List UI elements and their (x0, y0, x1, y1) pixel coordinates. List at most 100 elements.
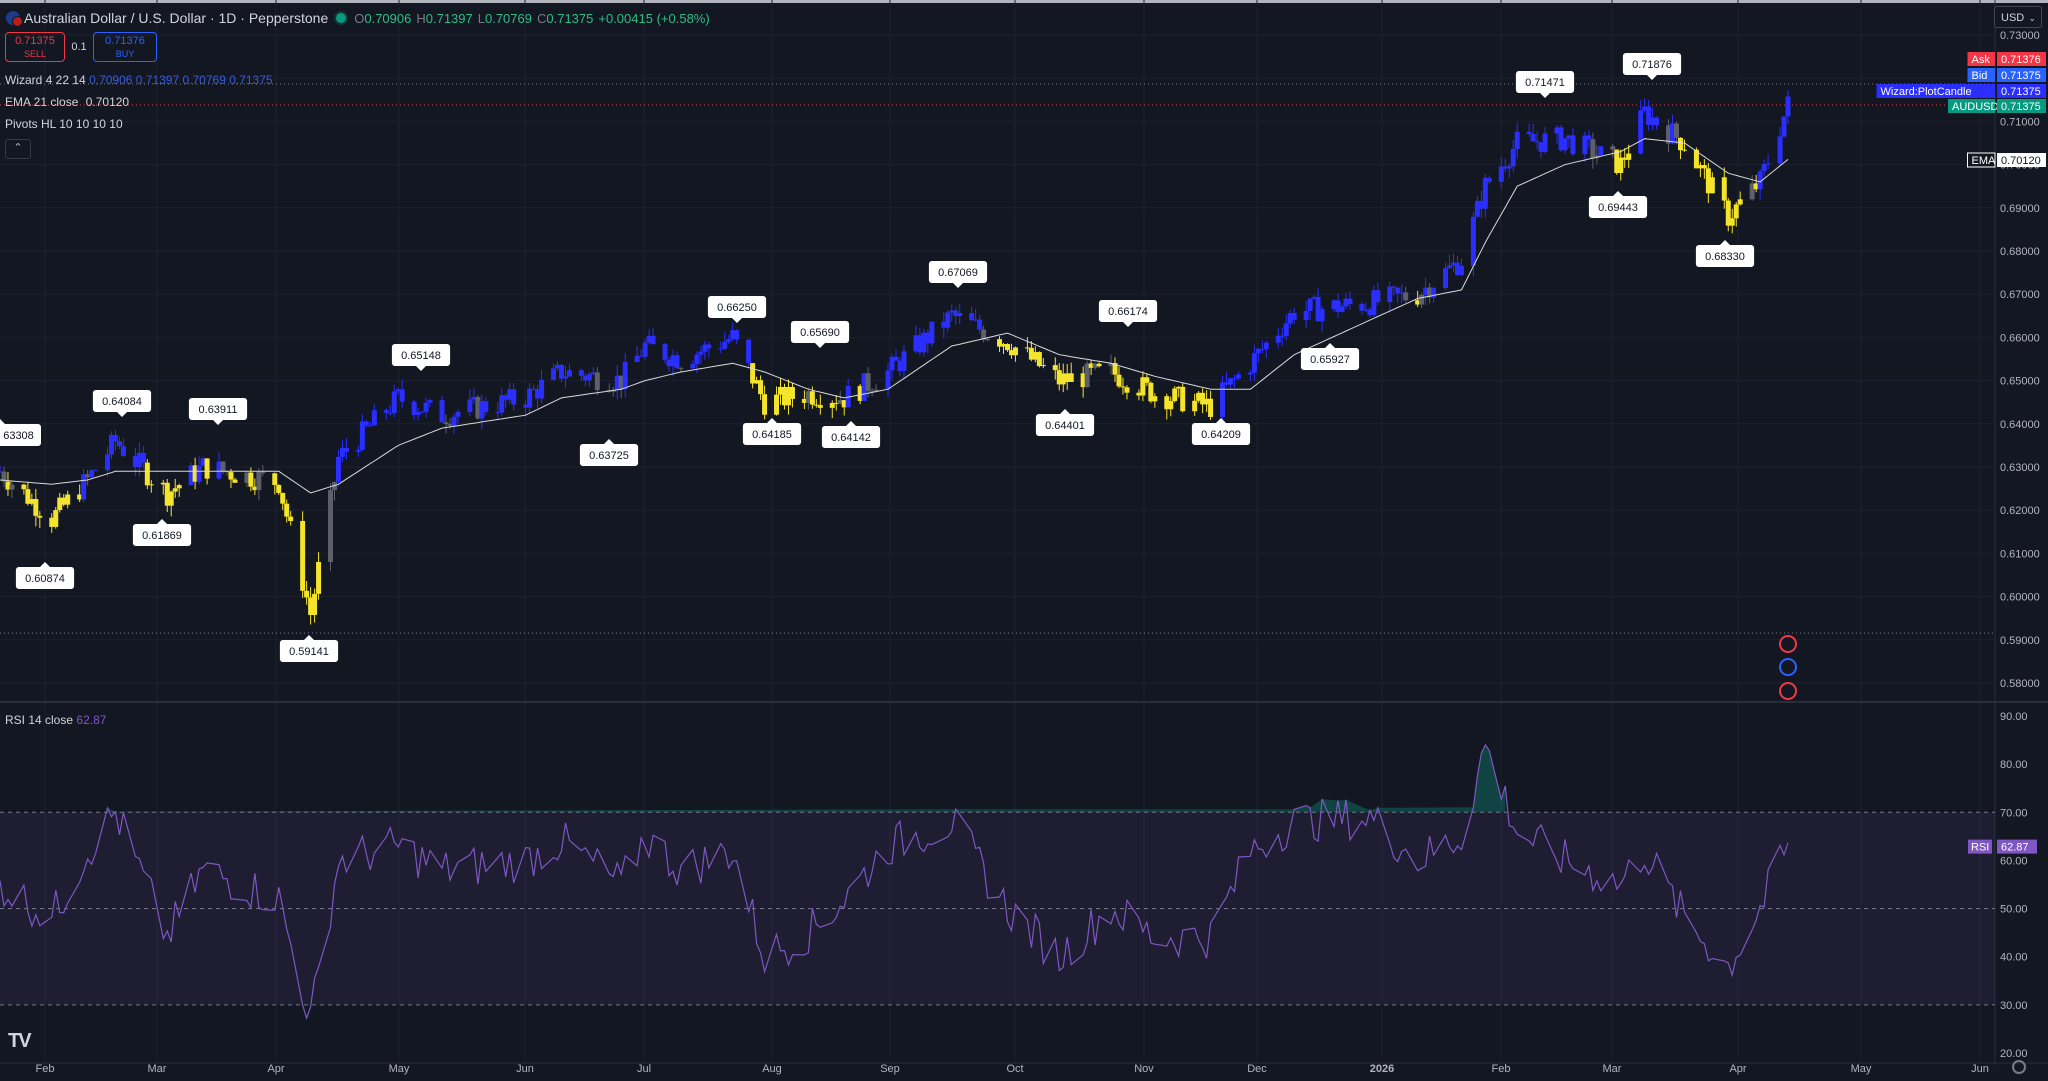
trade-panel: 0.71375 SELL 0.1 0.71376 BUY (5, 32, 157, 62)
candle-body (1180, 386, 1186, 412)
candle-body (248, 472, 254, 487)
pivot-pointer (1613, 191, 1623, 196)
price-tag-label: Ask (1972, 54, 1991, 66)
symbol-title[interactable]: Australian Dollar / U.S. Dollar · 1D · P… (24, 10, 328, 26)
candle-body (383, 410, 389, 413)
price-axis-label: 0.65000 (2000, 376, 2040, 388)
candle-body (399, 389, 405, 402)
tradingview-logo[interactable]: TV (8, 1030, 32, 1053)
candle-body (256, 471, 262, 491)
pivot-label: 0.64185 (742, 418, 802, 445)
candle (451, 414, 457, 434)
candle-body (1530, 133, 1536, 142)
candle-body (578, 370, 584, 376)
pivot-label: 0.71471 (1515, 71, 1575, 98)
pivot-label-text: 0.64401 (1045, 420, 1085, 432)
pivot-label: 0.69443 (1588, 191, 1648, 218)
pivot-pointer (1060, 409, 1070, 414)
candle (371, 404, 377, 426)
candle-body (734, 330, 740, 340)
candle-body (1339, 306, 1345, 312)
candle (499, 387, 505, 416)
lot-size[interactable]: 0.1 (71, 41, 87, 53)
pivot-label: 0.67069 (928, 261, 988, 288)
candle-body (1004, 344, 1010, 351)
candle-body (678, 368, 684, 370)
candle-body (642, 342, 648, 357)
gear-icon[interactable] (2012, 1060, 2026, 1074)
candle-body (817, 405, 823, 408)
candle-body (272, 473, 278, 485)
indicator-ema[interactable]: EMA 21 close 0.70120 (5, 95, 129, 109)
candle-body (893, 356, 899, 361)
candle-body (300, 521, 306, 591)
pivot-label-text: 0.66250 (717, 302, 757, 314)
indicator-pivots[interactable]: Pivots HL 10 10 10 10 (5, 117, 123, 131)
candle-body (586, 374, 592, 381)
time-axis-label: 2026 (1370, 1063, 1394, 1075)
indicator-wizard[interactable]: Wizard 4 22 14 0.70906 0.71397 0.70769 0… (5, 73, 273, 87)
candle-body (1542, 133, 1548, 152)
candle-body (467, 399, 473, 413)
price-chart[interactable]: 0.730000.720000.710000.700000.690000.680… (0, 0, 2048, 1081)
candle-body (1777, 136, 1783, 164)
candle (1562, 138, 1568, 154)
candle-body (1235, 374, 1241, 379)
candle-body (1781, 116, 1787, 137)
candle-body (260, 471, 266, 474)
candle-body (1319, 309, 1325, 322)
buy-button[interactable]: 0.71376 BUY (93, 32, 157, 62)
collapse-indicators-button[interactable]: ⌃ (5, 139, 31, 159)
candle-body (1152, 396, 1158, 402)
candle (1068, 362, 1074, 383)
price-axis-label: 0.58000 (2000, 678, 2040, 690)
candle-body (726, 339, 732, 342)
candle-body (1570, 135, 1576, 155)
candle (383, 408, 389, 420)
candle-body (1677, 137, 1683, 151)
pivot-label-text: 0.65148 (401, 350, 441, 362)
candle-body (439, 400, 445, 423)
candle-body (312, 593, 318, 615)
candle (539, 369, 545, 404)
candle (1227, 378, 1233, 389)
price-axis-label: 0.63000 (2000, 462, 2040, 474)
candle-body (1307, 298, 1313, 311)
candle-body (1291, 313, 1297, 320)
candle-body (929, 321, 935, 344)
ohlc-low: L0.70769 (477, 10, 532, 26)
time-axis-label: Nov (1134, 1063, 1154, 1075)
candle (53, 507, 59, 529)
candle (957, 303, 963, 325)
candle-body (1283, 323, 1289, 337)
candle-body (1391, 286, 1397, 288)
pivot-label: 0.65148 (391, 344, 451, 371)
pivot-label-text: 0.65690 (800, 327, 840, 339)
candle-body (232, 479, 238, 483)
candle-body (1052, 365, 1058, 371)
pivot-pointer (732, 318, 742, 323)
candle-body (144, 462, 150, 486)
candle (622, 352, 628, 398)
candle (1419, 292, 1425, 309)
pivot-label: 0.68330 (1695, 240, 1755, 267)
sell-button[interactable]: 0.71375 SELL (5, 32, 65, 62)
candle (1180, 382, 1186, 413)
candle (953, 307, 959, 325)
rsi-axis-label: 20.00 (2000, 1048, 2028, 1060)
time-axis-label: Feb (1492, 1063, 1511, 1075)
candle-body (1709, 177, 1715, 194)
chevron-down-icon: ⌄ (2028, 13, 2036, 23)
candle-body (1144, 377, 1150, 383)
candle-body (1514, 131, 1520, 149)
candle-body (1470, 216, 1476, 266)
candle-body (419, 411, 425, 413)
candle (65, 490, 71, 509)
currency-select[interactable]: USD ⌄ (1994, 6, 2042, 28)
candle-body (622, 362, 628, 390)
pivot-label: 0.65927 (1300, 343, 1360, 370)
price-axis-label: 0.61000 (2000, 548, 2040, 560)
rsi-legend[interactable]: RSI 14 close 62.87 (5, 713, 106, 727)
candle (1375, 282, 1381, 305)
candle (1359, 301, 1365, 315)
